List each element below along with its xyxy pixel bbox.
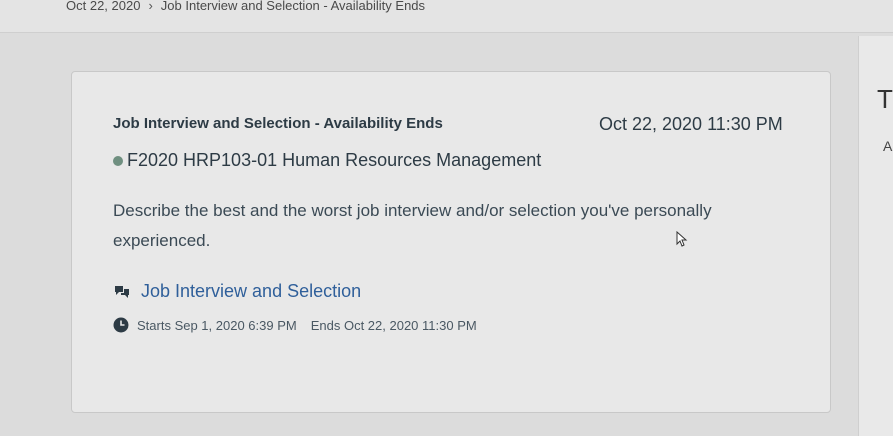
event-description: Describe the best and the worst job inte… [113, 201, 712, 250]
right-side-panel: T A [858, 36, 893, 436]
mouse-cursor-icon [676, 231, 688, 247]
clock-icon [113, 317, 129, 333]
availability-meta: Starts Sep 1, 2020 6:39 PM Ends Oct 22, … [113, 317, 477, 333]
event-datetime: Oct 22, 2020 11:30 PM [599, 114, 783, 134]
breadcrumb-current: Job Interview and Selection - Availabili… [160, 0, 426, 13]
breadcrumb-separator: › [148, 0, 153, 13]
course-line: F2020 HRP103-01 Human Resources Manageme… [113, 150, 541, 171]
course-color-dot [113, 155, 123, 166]
event-title: Job Interview and Selection - Availabili… [113, 115, 443, 132]
assignment-link[interactable]: Job Interview and Selection [141, 281, 361, 302]
discussion-icon [115, 285, 129, 298]
breadcrumb-date[interactable]: Oct 22, 2020 [66, 0, 140, 13]
top-bar: Oct 22, 2020 › Job Interview and Selecti… [0, 0, 893, 33]
breadcrumb: Oct 22, 2020 › Job Interview and Selecti… [66, 0, 425, 13]
panel-item-fragment[interactable]: A [883, 138, 892, 154]
assignment-link-row: Job Interview and Selection [113, 281, 361, 302]
availability-end: Ends Oct 22, 2020 11:30 PM [310, 317, 477, 333]
event-card: Job Interview and Selection - Availabili… [71, 71, 831, 413]
availability-start: Starts Sep 1, 2020 6:39 PM [137, 317, 297, 333]
course-name: F2020 HRP103-01 Human Resources Manageme… [127, 150, 542, 170]
panel-heading-fragment: T [877, 84, 893, 114]
